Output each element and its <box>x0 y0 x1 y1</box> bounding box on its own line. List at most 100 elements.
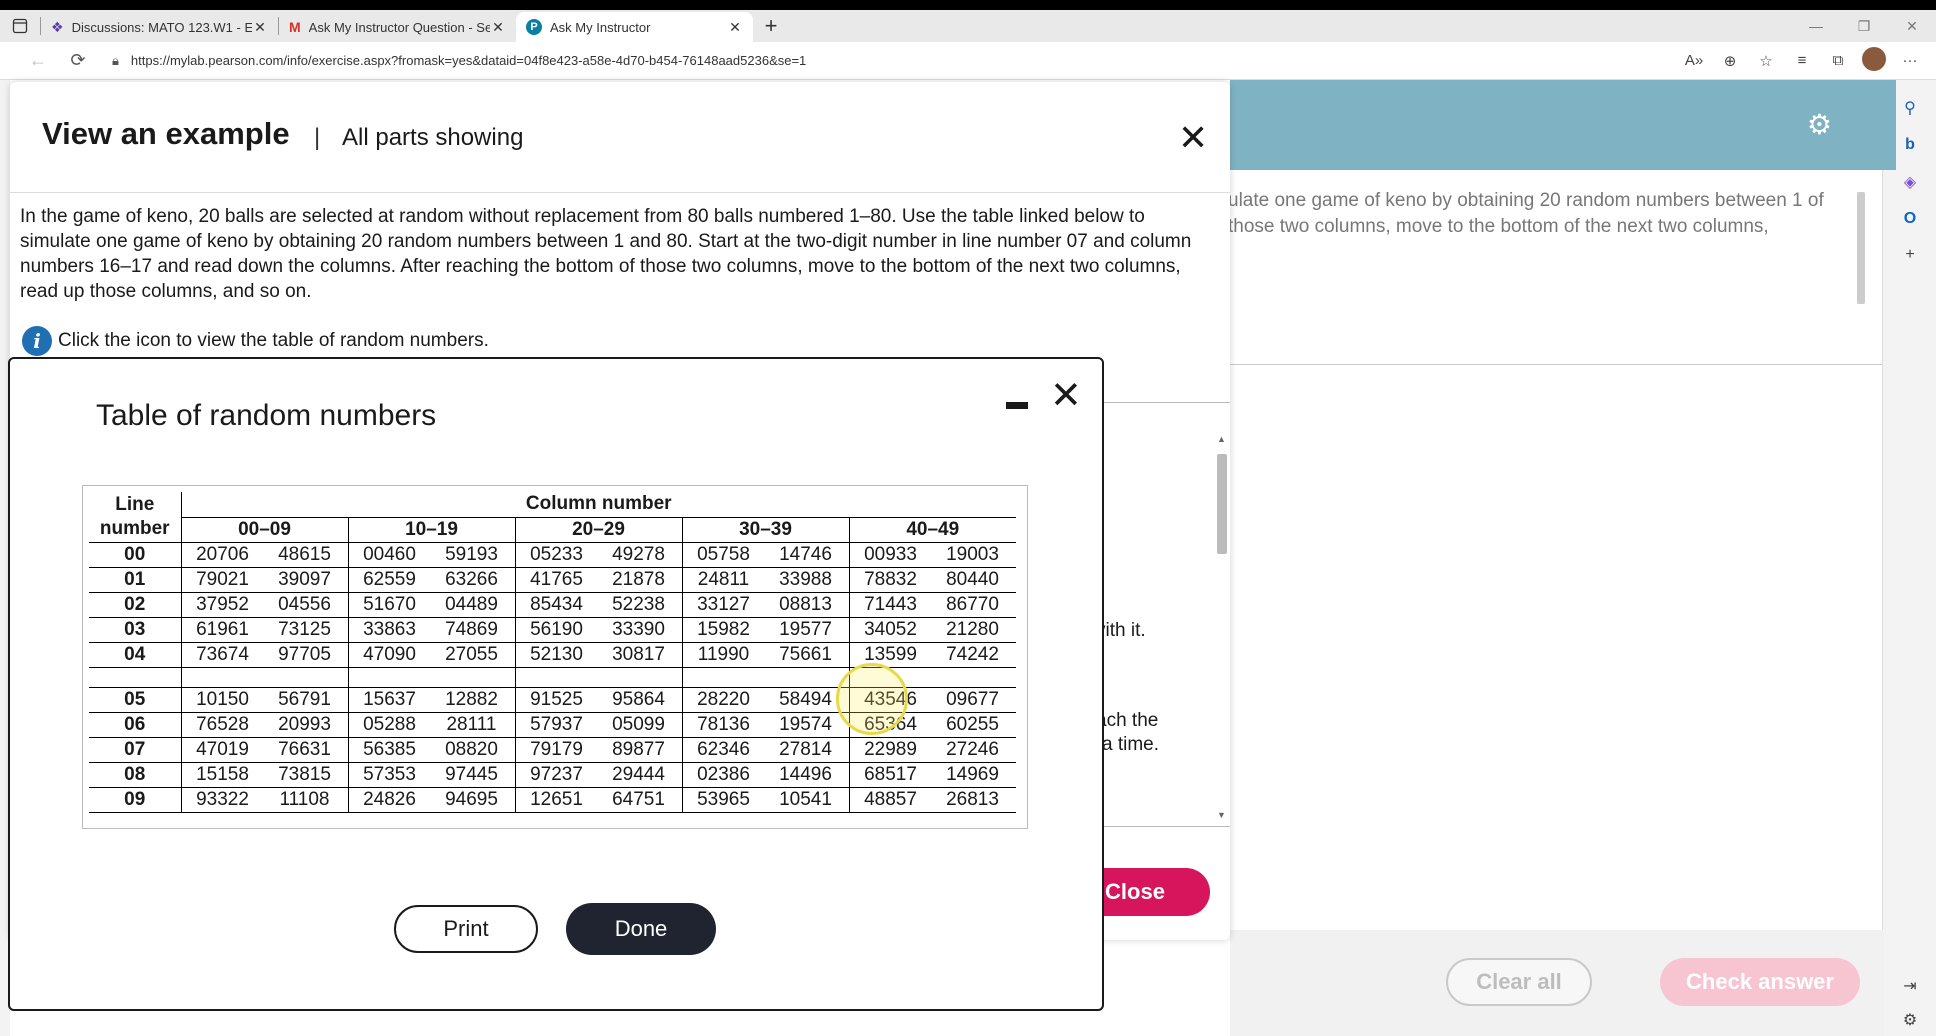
dialog-subtitle: All parts showing <box>342 124 524 151</box>
scrollbar-thumb[interactable] <box>1217 454 1227 554</box>
zoom-icon[interactable]: ⊕ <box>1714 52 1746 70</box>
tab-close-icon[interactable]: ✕ <box>252 19 268 36</box>
column-group-cell: 28220 58494 <box>682 687 850 712</box>
restore-window-icon[interactable]: ❐ <box>1840 10 1888 42</box>
random-number: 85434 <box>530 593 583 615</box>
url-field[interactable]: 🔒︎ https://mylab.pearson.com/info/exerci… <box>112 46 1612 76</box>
shopping-icon[interactable]: ◈ <box>1883 172 1936 192</box>
minimize-window-icon[interactable]: — <box>1792 10 1840 42</box>
random-number: 33127 <box>697 593 750 615</box>
tab-ask-my-instructor[interactable]: P Ask My Instructor ✕ <box>516 12 753 42</box>
column-group-cell: 93322 11108 <box>181 787 349 812</box>
tab-ask-instructor-question[interactable]: M Ask My Instructor Question - Sec ✕ <box>279 12 516 42</box>
random-number: 29444 <box>612 763 665 785</box>
back-arrow-icon[interactable]: ← <box>18 50 58 71</box>
example-scrollbar[interactable]: ▲ ▼ <box>1214 434 1228 820</box>
table-row: 07 47019 76631 56385 08820 79179 89877 62346 278… <box>89 737 1016 762</box>
settings-gear-icon[interactable]: ⚙ <box>1807 108 1832 141</box>
close-icon[interactable]: ✕ <box>1178 120 1208 156</box>
random-number: 71443 <box>864 593 917 615</box>
outlook-icon[interactable]: O <box>1883 210 1936 228</box>
column-group-cell: 79179 89877 <box>515 737 683 762</box>
hide-sidebar-icon[interactable]: ⇥ <box>1883 976 1936 996</box>
clear-all-button[interactable]: Clear all <box>1446 958 1592 1006</box>
scrollbar-thumb[interactable] <box>1857 192 1865 304</box>
example-text-fragment: a time. <box>1102 734 1160 755</box>
more-options-icon[interactable]: ··· <box>1894 52 1926 69</box>
info-row: i Click the icon to view the table of ra… <box>22 326 489 356</box>
random-number: 13599 <box>864 643 917 665</box>
random-number: 37952 <box>196 593 249 615</box>
sidebar-settings-icon[interactable]: ⚙ <box>1883 1010 1936 1030</box>
refresh-icon[interactable]: ⟳ <box>58 50 98 71</box>
check-answer-button[interactable]: Check answer <box>1660 958 1860 1006</box>
random-number: 22989 <box>864 738 917 760</box>
column-group-cell: 12651 64751 <box>515 787 683 812</box>
favorites-list-icon[interactable]: ≡ <box>1786 52 1818 69</box>
done-button[interactable]: Done <box>566 903 716 955</box>
lock-icon: 🔒︎ <box>112 52 119 68</box>
random-number: 73674 <box>196 643 249 665</box>
print-button[interactable]: Print <box>394 905 538 953</box>
column-group-cell: 15982 19577 <box>682 617 850 642</box>
random-number: 49278 <box>612 543 665 565</box>
random-number: 15637 <box>363 688 416 710</box>
column-group-header: 20–29 <box>515 517 683 542</box>
column-group-cell: 10150 56791 <box>181 687 349 712</box>
random-number: 62559 <box>363 568 416 590</box>
tab-discussions[interactable]: ❖ Discussions: MATO 123.W1 - Elem ✕ <box>41 12 278 42</box>
profile-avatar[interactable] <box>1858 46 1890 75</box>
info-icon[interactable]: i <box>22 326 52 356</box>
scroll-down-icon[interactable]: ▼ <box>1217 810 1226 820</box>
random-number: 73125 <box>278 618 331 640</box>
line-number-cell: 09 <box>89 787 182 812</box>
column-group-cell: 62559 63266 <box>348 567 516 592</box>
favorite-star-icon[interactable]: ☆ <box>1750 52 1782 70</box>
tab-actions-button[interactable] <box>0 10 40 42</box>
tab-close-icon[interactable]: ✕ <box>727 19 743 36</box>
table-row: 06 76528 20993 05288 28111 57937 05099 78136 195… <box>89 712 1016 737</box>
collections-icon[interactable]: ⧉ <box>1822 52 1854 69</box>
random-number: 11108 <box>279 788 330 810</box>
divider <box>1228 364 1882 365</box>
column-group-cell: 34052 21280 <box>849 617 1016 642</box>
random-number: 09677 <box>946 688 999 710</box>
line-number-cell: 00 <box>89 542 182 567</box>
column-group-cell: 24811 33988 <box>682 567 850 592</box>
close-icon[interactable]: ✕ <box>1050 377 1082 415</box>
line-number-cell: 03 <box>89 617 182 642</box>
add-sidebar-app-icon[interactable]: + <box>1883 246 1936 264</box>
random-number: 78136 <box>697 713 750 735</box>
random-number: 19577 <box>779 618 832 640</box>
random-number: 62346 <box>697 738 750 760</box>
random-number: 58494 <box>779 688 832 710</box>
table-row: 03 61961 73125 33863 74869 56190 33390 15982 195… <box>89 617 1016 642</box>
random-number: 76631 <box>278 738 331 760</box>
random-number: 24811 <box>697 568 750 590</box>
random-number: 93322 <box>196 788 249 810</box>
random-number: 59193 <box>445 543 498 565</box>
background-question-text: ulate one game of keno by obtaining 20 r… <box>1228 190 1824 237</box>
column-group-cell: 68517 14969 <box>849 762 1016 787</box>
modal-title: Table of random numbers <box>96 399 437 432</box>
tab-close-icon[interactable]: ✕ <box>490 19 506 36</box>
pearson-icon: P <box>526 19 542 35</box>
read-aloud-icon[interactable]: A» <box>1678 52 1710 69</box>
browser-sidebar: ⚲ b ◈ O + ⇥ ⚙ <box>1882 80 1936 1036</box>
random-number: 47019 <box>196 738 249 760</box>
column-group-cell: 65364 60255 <box>849 712 1016 737</box>
scroll-up-icon[interactable]: ▲ <box>1217 434 1226 444</box>
random-number: 02386 <box>697 763 750 785</box>
tab-title: Ask My Instructor Question - Sec <box>308 19 490 35</box>
column-group-header: 10–19 <box>348 517 516 542</box>
random-number: 56385 <box>363 738 416 760</box>
random-number: 47090 <box>363 643 416 665</box>
random-number: 74869 <box>445 618 498 640</box>
minimize-icon[interactable] <box>1006 395 1028 417</box>
new-tab-button[interactable]: + <box>753 13 789 39</box>
close-window-icon[interactable]: ✕ <box>1888 10 1936 42</box>
column-group-cell: 52130 30817 <box>515 642 683 667</box>
background-scrollbar[interactable] <box>1854 180 1868 326</box>
line-number-cell: 02 <box>89 592 182 617</box>
line-number-cell: 08 <box>89 762 182 787</box>
